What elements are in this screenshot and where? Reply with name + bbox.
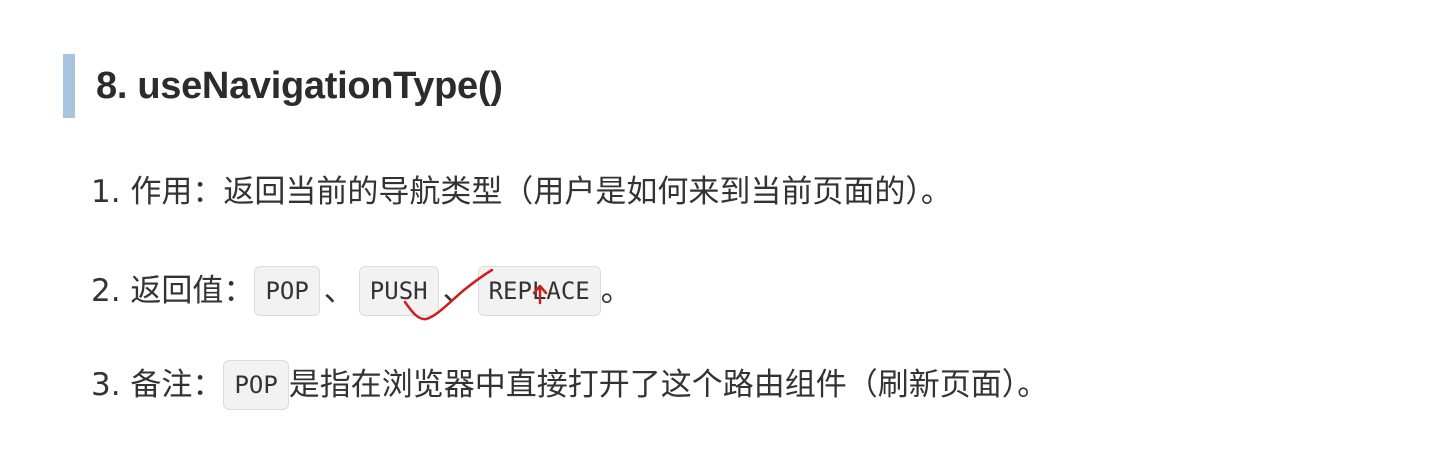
heading-accent-bar	[63, 54, 75, 118]
separator: 、	[442, 273, 474, 309]
note-prefix: 3. 备注：	[91, 367, 224, 403]
code-pop-note: POP	[223, 360, 289, 410]
code-pop: POP	[254, 266, 320, 316]
code-replace: REPLACE	[477, 266, 601, 316]
list-item-return-values: 2. 返回值： POP 、 PUSH 、 REPLACE 。	[91, 266, 632, 316]
note-text: 是指在浏览器中直接打开了这个路由组件（刷新页面）。	[288, 367, 1049, 403]
separator: 、	[323, 273, 355, 309]
purpose-text: 1. 作用：返回当前的导航类型（用户是如何来到当前页面的）。	[91, 174, 952, 210]
section-heading: 8. useNavigationType()	[63, 54, 503, 118]
list-item-purpose: 1. 作用：返回当前的导航类型（用户是如何来到当前页面的）。	[91, 172, 952, 212]
heading-title: 8. useNavigationType()	[96, 64, 503, 107]
code-push: PUSH	[358, 266, 439, 316]
return-values-prefix: 2. 返回值：	[91, 273, 255, 309]
return-values-suffix: 。	[600, 273, 632, 309]
list-item-note: 3. 备注： POP 是指在浏览器中直接打开了这个路由组件（刷新页面）。	[91, 360, 1048, 410]
